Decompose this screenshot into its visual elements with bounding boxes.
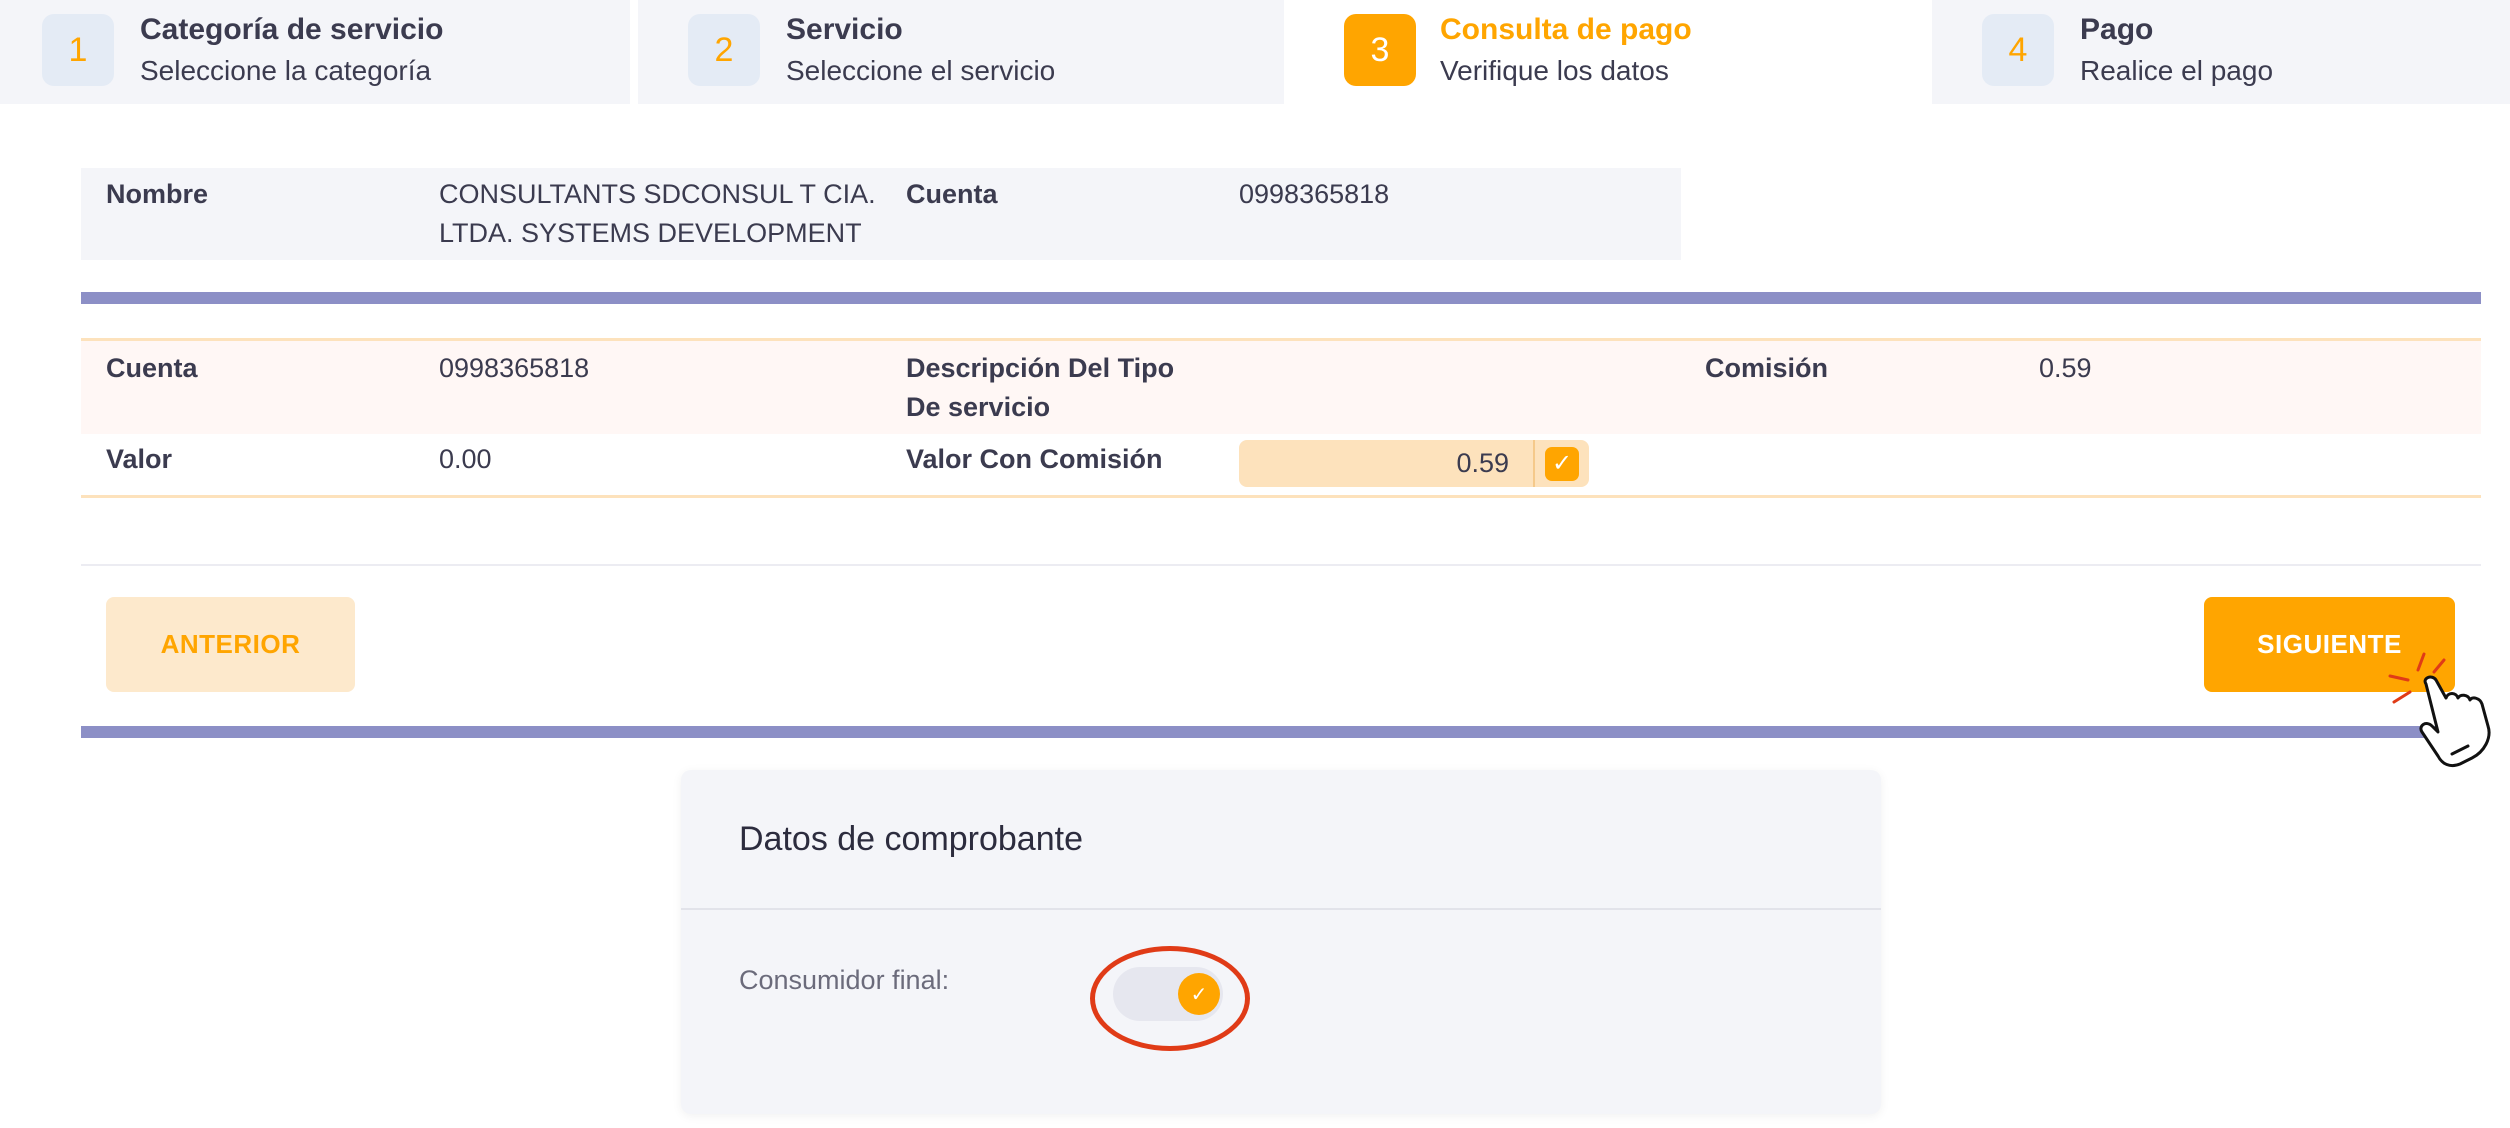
account-label: Cuenta — [906, 179, 998, 209]
step-text: Servicio Seleccione el servicio — [786, 12, 1055, 88]
step-text: Categoría de servicio Seleccione la cate… — [140, 12, 443, 88]
step-title: Pago — [2080, 13, 2154, 46]
step-title: Consulta de pago — [1440, 13, 1692, 46]
service-description-label-line1: Descripción Del Tipo — [906, 353, 1175, 383]
service-description-label-line2: De servicio — [906, 392, 1051, 422]
value-value: 0.00 — [439, 444, 492, 474]
name-value-line1: CONSULTANTS SDCONSUL T CIA. — [439, 179, 876, 209]
step-title: Categoría de servicio — [140, 13, 444, 46]
step-number: 1 — [42, 14, 114, 86]
step-title: Servicio — [786, 13, 903, 46]
step-subtitle: Realice el pago — [2080, 55, 2274, 86]
detail-account-label: Cuenta — [106, 353, 198, 383]
step-service[interactable]: 2 Servicio Seleccione el servicio — [638, 0, 1284, 104]
divider — [81, 564, 2481, 566]
stepper: 1 Categoría de servicio Seleccione la ca… — [0, 0, 2510, 104]
section-divider-bar — [81, 292, 2481, 304]
account-value: 0998365818 — [1239, 179, 1390, 209]
detail-account-value: 0998365818 — [439, 353, 590, 383]
client-info: Nombre CONSULTANTS SDCONSUL T CIA. LTDA.… — [81, 168, 1681, 260]
final-consumer-label: Consumidor final: — [739, 965, 950, 995]
receipt-card-title: Datos de comprobante — [739, 820, 1083, 858]
step-number: 3 — [1344, 14, 1416, 86]
step-subtitle: Seleccione la categoría — [140, 55, 432, 86]
step-number: 2 — [688, 14, 760, 86]
value-with-commission-label: Valor Con Comisión — [906, 444, 1163, 474]
checkbox-checked-icon[interactable]: ✓ — [1545, 446, 1579, 481]
step-subtitle: Verifique los datos — [1440, 55, 1669, 86]
card-divider — [681, 908, 1881, 910]
name-label: Nombre — [106, 179, 209, 209]
step-subtitle: Seleccione el servicio — [786, 55, 1056, 86]
commission-value: 0.59 — [2039, 353, 2092, 383]
section-divider-bar — [81, 726, 2481, 738]
step-payment[interactable]: 4 Pago Realice el pago — [1932, 0, 2510, 104]
highlight-circle — [1090, 946, 1250, 1051]
previous-button[interactable]: ANTERIOR — [106, 597, 355, 692]
step-text: Pago Realice el pago — [2080, 12, 2273, 88]
step-service-category[interactable]: 1 Categoría de servicio Seleccione la ca… — [0, 0, 630, 104]
payment-detail: Cuenta 0998365818 Descripción Del Tipo D… — [81, 338, 2481, 498]
step-payment-inquiry[interactable]: 3 Consulta de pago Verifique los datos — [1292, 0, 1932, 104]
step-text: Consulta de pago Verifique los datos — [1440, 12, 1692, 88]
receipt-card: Datos de comprobante Consumidor final: ✓ — [681, 770, 1881, 1114]
value-label: Valor — [106, 444, 173, 474]
step-number: 4 — [1982, 14, 2054, 86]
value-with-commission-input[interactable]: 0.59 — [1239, 440, 1533, 487]
commission-label: Comisión — [1705, 353, 1829, 383]
click-pointer-icon — [2388, 652, 2491, 768]
name-value-line2: LTDA. SYSTEMS DEVELOPMENT — [439, 218, 862, 248]
value-with-commission-checkbox-wrap[interactable]: ✓ — [1533, 440, 1589, 487]
